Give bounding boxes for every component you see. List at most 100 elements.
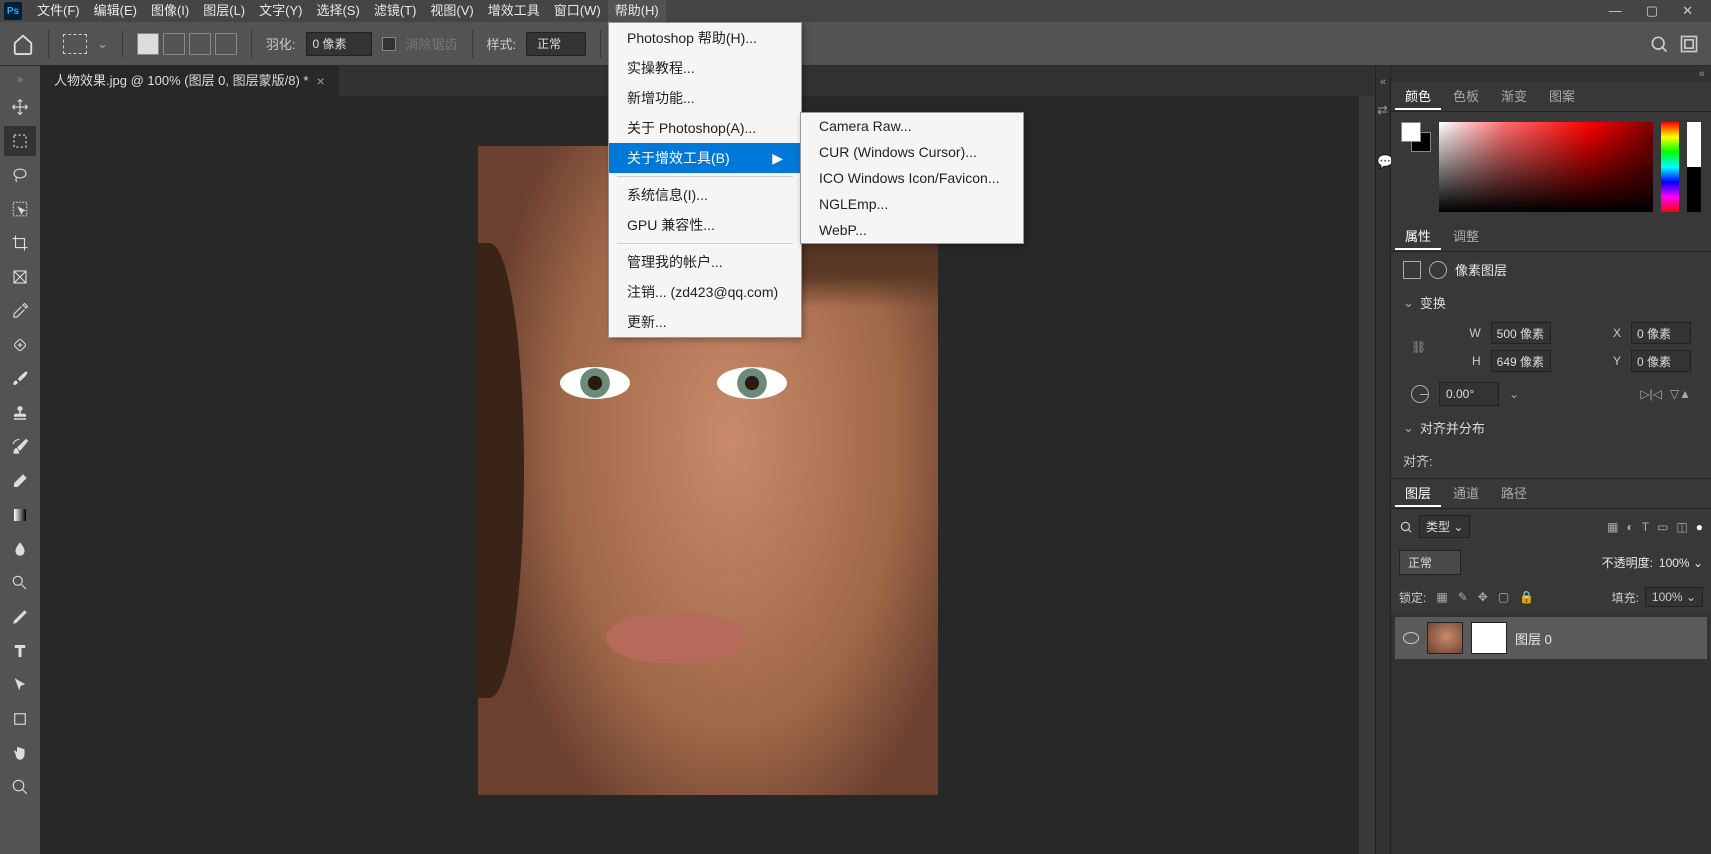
flip-vertical-icon[interactable]: ▽▲ [1670, 387, 1691, 401]
menu-edit[interactable]: 编辑(E) [87, 0, 144, 22]
foreground-background-swatch[interactable] [1401, 122, 1431, 152]
tab-channels[interactable]: 通道 [1443, 481, 1489, 507]
lock-transparent-icon[interactable]: ▦ [1436, 590, 1447, 604]
link-dimensions-icon[interactable]: ⛓ [1411, 340, 1429, 354]
align-section-header[interactable]: 对齐并分布 [1391, 412, 1711, 443]
maximize-icon[interactable]: ▢ [1646, 3, 1658, 19]
angle-icon[interactable] [1411, 385, 1429, 403]
subtract-selection-icon[interactable] [189, 33, 211, 55]
tab-paths[interactable]: 路径 [1491, 481, 1537, 507]
close-tab-icon[interactable]: × [316, 66, 324, 96]
home-icon[interactable] [12, 33, 34, 55]
filter-adjust-icon[interactable]: ◐ [1626, 520, 1633, 534]
hue-slider[interactable] [1661, 122, 1679, 212]
y-input[interactable] [1631, 350, 1691, 372]
filter-shape-icon[interactable]: ▭ [1657, 520, 1668, 534]
new-selection-icon[interactable] [137, 33, 159, 55]
brightness-slider[interactable] [1687, 122, 1701, 212]
menu-plugins[interactable]: 增效工具 [481, 0, 547, 22]
dodge-tool[interactable] [4, 568, 36, 598]
expand-panels-icon[interactable]: « [1374, 74, 1392, 90]
collapsed-panel-icon-1[interactable]: ⇄ [1377, 102, 1389, 142]
lock-artboard-icon[interactable]: ▢ [1498, 590, 1509, 604]
layer-thumbnail[interactable] [1427, 622, 1463, 654]
tab-properties[interactable]: 属性 [1395, 224, 1441, 250]
layer-visibility-icon[interactable] [1403, 632, 1419, 644]
submenu-cur[interactable]: CUR (Windows Cursor)... [801, 139, 1023, 165]
dropdown-icon[interactable]: ⌄ [97, 36, 108, 52]
lock-pixels-icon[interactable]: ✎ [1458, 590, 1468, 604]
hand-tool[interactable] [4, 738, 36, 768]
tab-adjustments[interactable]: 调整 [1443, 224, 1489, 250]
lasso-tool[interactable] [4, 160, 36, 190]
lock-position-icon[interactable]: ✥ [1478, 590, 1488, 604]
add-selection-icon[interactable] [163, 33, 185, 55]
tab-swatches[interactable]: 色板 [1443, 84, 1489, 110]
filter-toggle-icon[interactable]: ● [1696, 520, 1703, 534]
transform-section-header[interactable]: 变换 [1391, 287, 1711, 318]
filter-text-icon[interactable]: T [1642, 520, 1649, 534]
eraser-tool[interactable] [4, 466, 36, 496]
color-picker[interactable] [1439, 122, 1653, 212]
menu-image[interactable]: 图像(I) [144, 0, 196, 22]
gradient-tool[interactable] [4, 500, 36, 530]
brush-tool[interactable] [4, 364, 36, 394]
frame-icon[interactable] [1679, 34, 1699, 54]
menu-updates[interactable]: 更新... [609, 307, 801, 337]
intersect-selection-icon[interactable] [215, 33, 237, 55]
path-select-tool[interactable] [4, 670, 36, 700]
menu-select[interactable]: 选择(S) [309, 0, 366, 22]
blur-tool[interactable] [4, 534, 36, 564]
search-icon[interactable] [1649, 34, 1669, 54]
text-tool[interactable] [4, 636, 36, 666]
toolbar-expand-icon[interactable]: » [11, 72, 29, 88]
menu-about-ps[interactable]: 关于 Photoshop(A)... [609, 113, 801, 143]
tab-patterns[interactable]: 图案 [1539, 84, 1585, 110]
close-icon[interactable]: ✕ [1682, 3, 1693, 19]
menu-ps-help[interactable]: Photoshop 帮助(H)... [609, 23, 801, 53]
menu-layer[interactable]: 图层(L) [196, 0, 252, 22]
menu-whatsnew[interactable]: 新增功能... [609, 83, 801, 113]
frame-tool[interactable] [4, 262, 36, 292]
angle-dropdown-icon[interactable]: ⌄ [1509, 387, 1519, 401]
tab-gradients[interactable]: 渐变 [1491, 84, 1537, 110]
foreground-color[interactable] [1401, 122, 1421, 142]
history-brush-tool[interactable] [4, 432, 36, 462]
menu-file[interactable]: 文件(F) [30, 0, 87, 22]
layer-name[interactable]: 图层 0 [1515, 629, 1552, 648]
eyedropper-tool[interactable] [4, 296, 36, 326]
flip-horizontal-icon[interactable]: ▷|◁ [1640, 387, 1662, 401]
move-tool[interactable] [4, 92, 36, 122]
document-tab[interactable]: 人物效果.jpg @ 100% (图层 0, 图层蒙版/8) * × [40, 66, 339, 96]
angle-input[interactable] [1439, 382, 1499, 406]
menu-filter[interactable]: 滤镜(T) [367, 0, 424, 22]
fill-input[interactable]: 100% ⌄ [1645, 587, 1703, 607]
menu-window[interactable]: 窗口(W) [547, 0, 608, 22]
opacity-input[interactable]: 100% ⌄ [1659, 556, 1703, 570]
tab-color[interactable]: 颜色 [1395, 84, 1441, 110]
height-input[interactable] [1491, 350, 1551, 372]
filter-smart-icon[interactable]: ◫ [1676, 520, 1687, 534]
collapse-panels-icon[interactable]: « [1391, 66, 1711, 82]
style-select[interactable]: 正常 [526, 32, 586, 56]
healing-tool[interactable] [4, 330, 36, 360]
marquee-tool[interactable] [4, 126, 36, 156]
stamp-tool[interactable] [4, 398, 36, 428]
shape-tool[interactable] [4, 704, 36, 734]
submenu-ico[interactable]: ICO Windows Icon/Favicon... [801, 165, 1023, 191]
menu-view[interactable]: 视图(V) [423, 0, 480, 22]
submenu-camera-raw[interactable]: Camera Raw... [801, 113, 1023, 139]
filter-search-icon[interactable] [1399, 520, 1413, 534]
collapsed-panel-icon-2[interactable]: 💬 [1377, 154, 1389, 194]
filter-pixel-icon[interactable]: ▦ [1607, 520, 1618, 534]
tab-layers[interactable]: 图层 [1395, 481, 1441, 507]
menu-type[interactable]: 文字(Y) [252, 0, 309, 22]
layer-mask-thumbnail[interactable] [1471, 622, 1507, 654]
lock-all-icon[interactable]: 🔒 [1519, 590, 1534, 604]
zoom-tool[interactable] [4, 772, 36, 802]
menu-system-info[interactable]: 系统信息(I)... [609, 180, 801, 210]
submenu-webp[interactable]: WebP... [801, 217, 1023, 243]
crop-tool[interactable] [4, 228, 36, 258]
menu-signout[interactable]: 注销... (zd423@qq.com) [609, 277, 801, 307]
x-input[interactable] [1631, 322, 1691, 344]
